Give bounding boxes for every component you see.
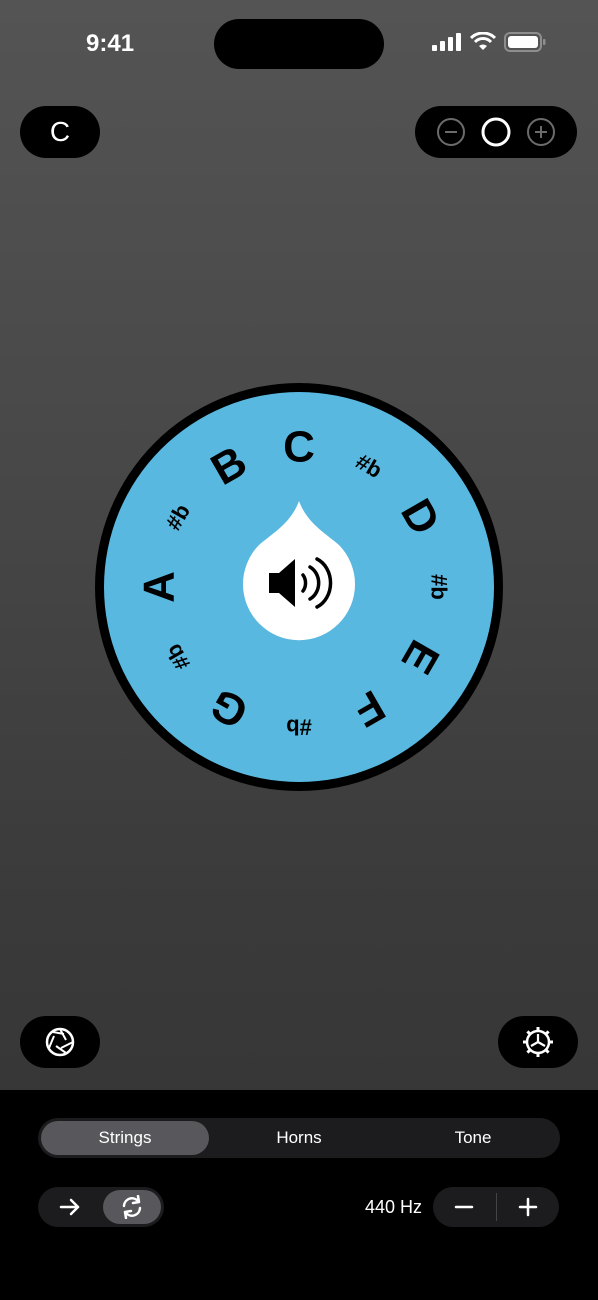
single-mode-button[interactable]: [41, 1190, 99, 1224]
wheel-note-c[interactable]: C: [283, 423, 315, 472]
frequency-stepper: [433, 1187, 559, 1227]
repeat-icon: [122, 1195, 142, 1219]
size-control: [415, 106, 577, 158]
plus-circle-icon[interactable]: [526, 117, 556, 147]
wifi-icon: [470, 32, 496, 50]
repeat-mode-button[interactable]: [103, 1190, 161, 1224]
reference-frequency: 440 Hz: [364, 1197, 422, 1217]
settings-button[interactable]: [498, 1016, 578, 1068]
signal-icon: [432, 33, 461, 51]
aperture-button[interactable]: [20, 1016, 100, 1068]
pitch-wheel[interactable]: C #bD#bEF#bG#bA#bB: [95, 383, 503, 791]
tuner-screen: 9:41 C C #b D #b E F #b G #b A #b B Stri…: [0, 0, 598, 1300]
battery-icon: [504, 32, 546, 52]
minus-circle-icon[interactable]: [436, 117, 466, 147]
tab-horns[interactable]: Horns: [215, 1121, 383, 1155]
tab-strings[interactable]: Strings: [41, 1121, 209, 1155]
tab-tone[interactable]: Tone: [389, 1121, 557, 1155]
aperture-icon: [45, 1027, 75, 1057]
wheel-accidental[interactable]: #b: [427, 574, 452, 600]
status-icons: [432, 32, 546, 52]
key-label: C: [49, 116, 71, 147]
wheel-note-a[interactable]: A: [135, 571, 184, 603]
arrow-right-icon: [59, 1198, 80, 1216]
key-selector-button[interactable]: C: [20, 106, 100, 158]
status-bar: 9:41: [0, 0, 598, 90]
status-time: 9:41: [86, 30, 135, 57]
playback-mode-control: [38, 1187, 164, 1227]
bottom-panel: Strings Horns Tone 440 Hz: [0, 1090, 598, 1300]
wheel-accidental[interactable]: #b: [286, 715, 312, 740]
dynamic-island: [214, 19, 384, 69]
plus-icon: [518, 1197, 538, 1217]
increase-frequency-button[interactable]: [497, 1187, 559, 1227]
gear-icon: [523, 1027, 553, 1057]
minus-icon: [454, 1205, 474, 1209]
circle-icon[interactable]: [480, 116, 512, 148]
instrument-segmented-control: Strings Horns Tone: [38, 1118, 560, 1158]
decrease-frequency-button[interactable]: [433, 1187, 495, 1227]
